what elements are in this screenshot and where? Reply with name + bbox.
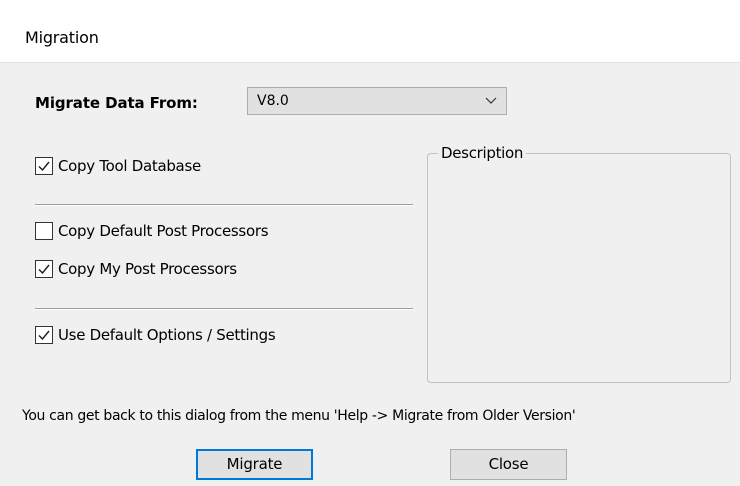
copy-tool-database-option[interactable]: Copy Tool Database — [35, 155, 201, 177]
description-groupbox: Description — [427, 144, 731, 383]
migrate-from-label: Migrate Data From: — [35, 94, 198, 112]
copy-my-post-processors-checkbox[interactable] — [35, 260, 53, 278]
chevron-down-icon — [485, 97, 497, 104]
copy-default-post-processors-label: Copy Default Post Processors — [58, 222, 269, 240]
copy-tool-database-checkbox[interactable] — [35, 157, 53, 175]
migration-dialog: Migration Migrate Data From: V8.0 Copy T… — [0, 0, 740, 486]
separator — [35, 308, 413, 310]
separator — [35, 204, 413, 206]
description-legend: Description — [438, 144, 527, 162]
use-default-options-option[interactable]: Use Default Options / Settings — [35, 324, 276, 346]
copy-my-post-processors-option[interactable]: Copy My Post Processors — [35, 258, 237, 280]
migrate-button[interactable]: Migrate — [196, 449, 313, 480]
copy-default-post-processors-option[interactable]: Copy Default Post Processors — [35, 220, 269, 242]
selected-version: V8.0 — [257, 93, 289, 109]
title-bar: Migration — [0, 0, 740, 63]
checkmark-icon — [38, 161, 50, 172]
migrate-from-select[interactable]: V8.0 — [247, 87, 507, 115]
dialog-title: Migration — [25, 28, 99, 47]
copy-default-post-processors-checkbox[interactable] — [35, 222, 53, 240]
checkmark-icon — [38, 264, 50, 275]
use-default-options-checkbox[interactable] — [35, 326, 53, 344]
help-hint-text: You can get back to this dialog from the… — [22, 408, 576, 424]
checkmark-icon — [38, 330, 50, 341]
copy-my-post-processors-label: Copy My Post Processors — [58, 260, 237, 278]
use-default-options-label: Use Default Options / Settings — [58, 326, 276, 344]
close-button[interactable]: Close — [450, 449, 567, 480]
copy-tool-database-label: Copy Tool Database — [58, 157, 201, 175]
